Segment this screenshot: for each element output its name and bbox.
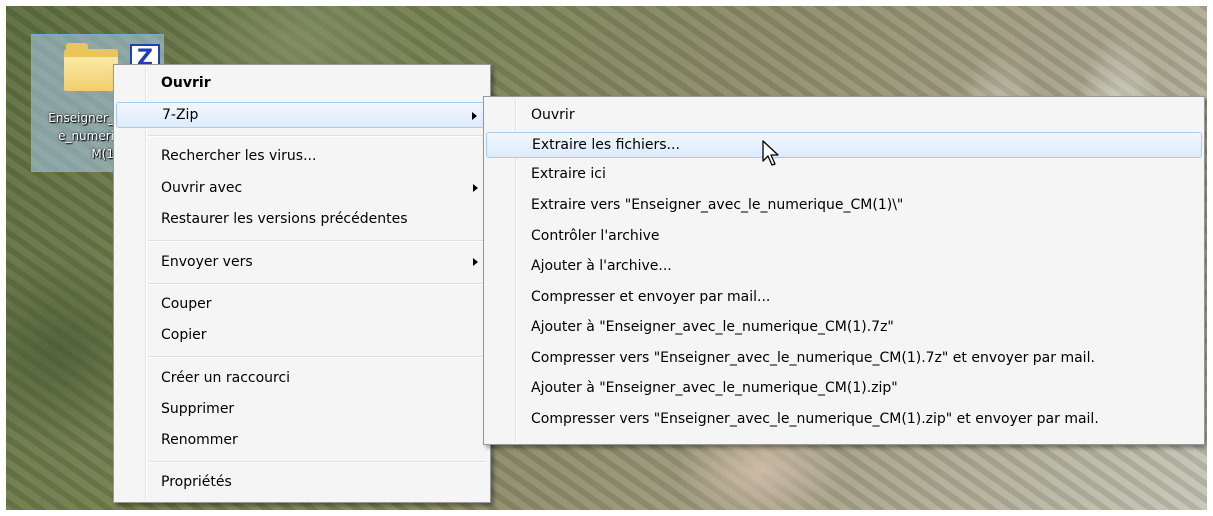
- menu-item-restore-versions[interactable]: Restaurer les versions précédentes: [116, 206, 488, 232]
- chevron-right-icon: [473, 184, 478, 192]
- menu-item-label: Couper: [161, 296, 212, 312]
- submenu-item-compress-zip-email[interactable]: Compresser vers "Enseigner_avec_le_numer…: [486, 406, 1202, 432]
- menu-item-label: Créer un raccourci: [161, 370, 291, 386]
- menu-item-cut[interactable]: Couper: [116, 291, 488, 317]
- menu-item-scan-virus[interactable]: Rechercher les virus...: [116, 143, 488, 169]
- submenu-item-compress-7z-email[interactable]: Compresser vers "Enseigner_avec_le_numer…: [486, 345, 1202, 371]
- menu-item-rename[interactable]: Renommer: [116, 427, 488, 453]
- menu-item-delete[interactable]: Supprimer: [116, 396, 488, 422]
- menu-item-label: Compresser vers "Enseigner_avec_le_numer…: [531, 411, 1099, 427]
- menu-item-label: Envoyer vers: [161, 254, 253, 270]
- menu-item-properties[interactable]: Propriétés: [116, 469, 488, 495]
- file-label-line: Enseigner_: [48, 111, 114, 125]
- menu-item-label: Ajouter à "Enseigner_avec_le_numerique_C…: [531, 319, 894, 335]
- menu-item-label: Supprimer: [161, 401, 235, 417]
- submenu-item-add-to-zip[interactable]: Ajouter à "Enseigner_avec_le_numerique_C…: [486, 375, 1202, 401]
- menu-item-label: Ajouter à l'archive...: [531, 258, 672, 274]
- menu-item-create-shortcut[interactable]: Créer un raccourci: [116, 365, 488, 391]
- menu-item-label: Compresser et envoyer par mail...: [531, 289, 771, 305]
- menu-item-label: Propriétés: [161, 474, 232, 490]
- menu-item-label: Ajouter à "Enseigner_avec_le_numerique_C…: [531, 380, 898, 396]
- submenu-item-extract-files[interactable]: Extraire les fichiers...: [486, 132, 1202, 158]
- menu-separator: [148, 135, 486, 137]
- menu-separator: [148, 283, 486, 285]
- 7zip-submenu: Ouvrir Extraire les fichiers... Extraire…: [483, 96, 1205, 445]
- submenu-item-open[interactable]: Ouvrir: [486, 102, 1202, 128]
- desktop-file-label: Enseigner_ e_numeri M(1: [34, 109, 114, 163]
- file-label-line: M(1: [91, 147, 114, 161]
- menu-item-label: Rechercher les virus...: [161, 148, 317, 164]
- submenu-item-extract-here[interactable]: Extraire ici: [486, 161, 1202, 187]
- menu-item-label: Extraire vers "Enseigner_avec_le_numeriq…: [531, 197, 904, 213]
- menu-item-open-with[interactable]: Ouvrir avec: [116, 175, 488, 201]
- menu-separator: [148, 461, 486, 463]
- menu-item-label: Contrôler l'archive: [531, 228, 660, 244]
- submenu-item-add-to-7z[interactable]: Ajouter à "Enseigner_avec_le_numerique_C…: [486, 314, 1202, 340]
- menu-item-copy[interactable]: Copier: [116, 322, 488, 348]
- menu-item-label: 7-Zip: [162, 107, 199, 123]
- menu-item-label: Extraire ici: [531, 166, 606, 182]
- context-menu: Ouvrir 7-Zip Rechercher les virus... Ouv…: [113, 64, 491, 503]
- menu-separator: [148, 356, 486, 358]
- menu-item-label: Restaurer les versions précédentes: [161, 211, 408, 227]
- menu-item-label: Extraire les fichiers...: [532, 137, 680, 153]
- menu-item-label: Ouvrir: [161, 75, 211, 91]
- menu-item-label: Compresser vers "Enseigner_avec_le_numer…: [531, 350, 1095, 366]
- submenu-item-test-archive[interactable]: Contrôler l'archive: [486, 223, 1202, 249]
- file-label-line: e_numeri: [58, 129, 114, 143]
- menu-item-open[interactable]: Ouvrir: [116, 70, 488, 96]
- menu-item-label: Ouvrir avec: [161, 180, 243, 196]
- chevron-right-icon: [473, 258, 478, 266]
- chevron-right-icon: [472, 112, 477, 120]
- menu-item-label: Renommer: [161, 432, 238, 448]
- menu-item-7zip[interactable]: 7-Zip: [116, 102, 488, 128]
- menu-item-label: Copier: [161, 327, 207, 343]
- menu-item-label: Ouvrir: [531, 107, 575, 123]
- submenu-item-compress-email[interactable]: Compresser et envoyer par mail...: [486, 284, 1202, 310]
- submenu-item-extract-to-folder[interactable]: Extraire vers "Enseigner_avec_le_numeriq…: [486, 192, 1202, 218]
- menu-item-send-to[interactable]: Envoyer vers: [116, 249, 488, 275]
- zip-folder-icon: Z: [64, 43, 160, 91]
- menu-separator: [148, 240, 486, 242]
- submenu-item-add-to-archive[interactable]: Ajouter à l'archive...: [486, 253, 1202, 279]
- arrow-pointer-icon: [762, 140, 779, 166]
